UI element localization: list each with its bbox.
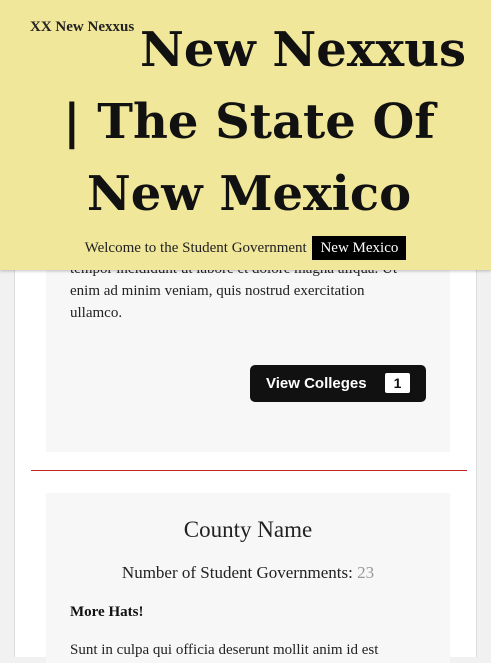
- colleges-count-badge: 1: [385, 373, 410, 393]
- view-colleges-label: View Colleges: [266, 375, 367, 392]
- county-card: County Name Number of Student Government…: [46, 493, 450, 663]
- site-header: XX New Nexxus New Nexxus | The State Of …: [0, 0, 491, 270]
- gov-count-label: Number of Student Governments:: [121, 563, 353, 582]
- section-divider: [31, 470, 467, 471]
- card-subheading: More Hats!: [70, 604, 144, 620]
- state-badge: New Mexico: [312, 236, 407, 260]
- welcome-text: Welcome to the Student Government: [84, 240, 307, 256]
- page-title: New Nexxus | The State Of New Mexico: [63, 22, 466, 222]
- card-description-line: enim ad minim veniam, quis nostrud exerc…: [70, 283, 365, 299]
- county-name-heading: County Name: [183, 517, 313, 542]
- view-colleges-button[interactable]: View Colleges 1: [250, 365, 426, 402]
- card-description-line: ullamco.: [70, 305, 123, 321]
- card-description-line: Sunt in culpa qui officia deserunt molli…: [70, 642, 379, 658]
- welcome-bar: Welcome to the Student Government New Me…: [0, 236, 491, 260]
- gov-count-value: 23: [357, 563, 375, 582]
- student-government-count: Number of Student Governments: 23: [46, 563, 450, 583]
